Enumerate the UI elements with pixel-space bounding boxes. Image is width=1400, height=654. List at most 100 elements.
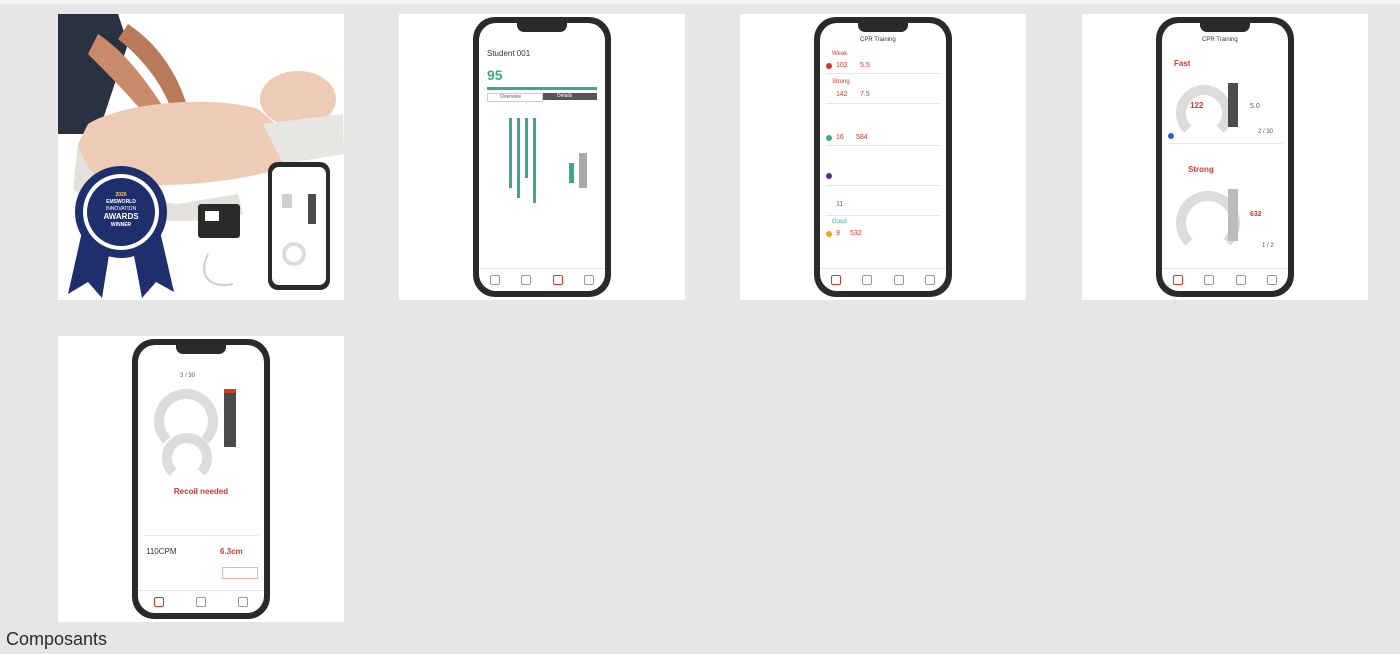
stop-button[interactable] bbox=[222, 567, 258, 579]
score-bar bbox=[487, 87, 597, 90]
tab-icon[interactable] bbox=[1204, 275, 1215, 285]
row-value: 102 bbox=[836, 62, 848, 69]
tab-bar bbox=[479, 268, 605, 291]
row-label: Weak bbox=[832, 51, 848, 57]
phone-screen: CPR Training Weak 102 5.5 Strong 142 7.5… bbox=[820, 23, 946, 291]
tab-icon[interactable] bbox=[925, 275, 936, 285]
tab-details[interactable]: Details bbox=[543, 93, 597, 100]
row-value: 16 bbox=[836, 134, 844, 141]
tab-icon[interactable] bbox=[1172, 275, 1183, 285]
row-divider bbox=[826, 73, 940, 74]
thumbnail-result-screen[interactable]: Student 001 95 Overview Details bbox=[399, 14, 685, 300]
badge-year: 2020 bbox=[115, 192, 127, 198]
student-name: Student 001 bbox=[487, 49, 531, 58]
row-divider bbox=[826, 103, 940, 104]
tab-bar bbox=[138, 590, 264, 613]
phone-notch bbox=[517, 23, 567, 32]
thumbnail-product-photo[interactable]: 2020 EMSWORLD INNOVATION AWARDS WINNER bbox=[58, 14, 344, 300]
tab-icon[interactable] bbox=[1267, 275, 1278, 285]
thumbnail-training-list[interactable]: CPR Training Weak 102 5.5 Strong 142 7.5… bbox=[740, 14, 1026, 300]
row-divider bbox=[826, 145, 940, 146]
bottom-count: 1 / 2 bbox=[1262, 243, 1274, 249]
top-rate: 122 bbox=[1190, 101, 1204, 110]
badge-brand: EMSWORLD bbox=[106, 199, 136, 205]
tab-icon[interactable] bbox=[521, 275, 532, 285]
gallery-caption: Composants bbox=[6, 629, 108, 649]
score-value: 95 bbox=[487, 67, 503, 83]
row-divider bbox=[826, 215, 940, 216]
depth-bar bbox=[1228, 189, 1238, 241]
recoil-gauge bbox=[162, 433, 212, 483]
depth-bar bbox=[1228, 83, 1238, 127]
status-dot bbox=[826, 135, 832, 141]
tab-icon[interactable] bbox=[238, 597, 248, 607]
top-depth: 5.0 bbox=[1250, 103, 1260, 110]
row-unit: 532 bbox=[850, 230, 862, 237]
compression-count: 3 / 30 bbox=[180, 373, 196, 379]
chart-bar bbox=[569, 163, 574, 183]
tab-overview-label: Overview bbox=[500, 94, 521, 100]
phone-screen: Student 001 95 Overview Details bbox=[479, 23, 605, 291]
chart-bar bbox=[509, 118, 512, 188]
chart-bar bbox=[579, 153, 587, 188]
tab-icon[interactable] bbox=[1235, 275, 1246, 285]
bottom-depth: 632 bbox=[1250, 211, 1262, 218]
section-divider bbox=[144, 535, 258, 536]
phone-frame: Student 001 95 Overview Details bbox=[473, 17, 611, 297]
status-dot bbox=[826, 63, 832, 69]
phone-notch bbox=[858, 23, 908, 32]
tab-details-label: Details bbox=[557, 93, 573, 99]
row-label: Good bbox=[832, 219, 847, 225]
status-dot bbox=[1168, 133, 1174, 139]
tab-bar bbox=[1162, 268, 1288, 291]
row-unit: 5.5 bbox=[860, 62, 870, 69]
tab-icon[interactable] bbox=[862, 275, 873, 285]
depth-limit-marker bbox=[224, 389, 236, 393]
section-divider bbox=[1168, 143, 1282, 144]
phone-notch bbox=[1200, 23, 1250, 32]
top-count: 2 / 30 bbox=[1258, 129, 1274, 135]
tab-overview[interactable]: Overview bbox=[487, 93, 543, 102]
depth-value: 6.3cm bbox=[220, 547, 243, 556]
tab-icon[interactable] bbox=[893, 275, 904, 285]
row-label: Strong bbox=[832, 79, 850, 85]
tab-bar bbox=[820, 268, 946, 291]
status-dot bbox=[826, 231, 832, 237]
chart-bar bbox=[533, 118, 536, 203]
status-dot bbox=[826, 173, 832, 179]
tab-icon[interactable] bbox=[830, 275, 841, 285]
row-value: 11 bbox=[836, 201, 844, 208]
chart-bar bbox=[525, 118, 528, 178]
row-value: 9 bbox=[836, 230, 840, 237]
screen-title: CPR Training bbox=[860, 37, 896, 43]
thumbnail-two-students[interactable]: CPR Training Fast 122 5.0 2 / 30 Strong … bbox=[1082, 14, 1368, 300]
row-unit: 584 bbox=[856, 134, 868, 141]
phone-notch bbox=[176, 345, 226, 354]
phone-frame: 3 / 30 Recoil needed 110CPM 6.3cm bbox=[132, 339, 270, 619]
tab-icon[interactable] bbox=[552, 275, 563, 285]
thumbnail-feedback-screen[interactable]: 3 / 30 Recoil needed 110CPM 6.3cm bbox=[58, 336, 344, 622]
phone-screen: 3 / 30 Recoil needed 110CPM 6.3cm bbox=[138, 345, 264, 613]
tab-icon[interactable] bbox=[196, 597, 206, 607]
badge-line3: WINNER bbox=[110, 222, 132, 228]
phone-screen: CPR Training Fast 122 5.0 2 / 30 Strong … bbox=[1162, 23, 1288, 291]
tab-icon[interactable] bbox=[489, 275, 500, 285]
chart-bar bbox=[517, 118, 520, 198]
feedback-message: Recoil needed bbox=[173, 487, 229, 496]
badge-line2: AWARDS bbox=[103, 212, 139, 221]
tab-icon[interactable] bbox=[584, 275, 595, 285]
screen-title: CPR Training bbox=[1202, 37, 1238, 43]
rate-gauge bbox=[1176, 85, 1232, 141]
row-value: 142 bbox=[836, 91, 848, 98]
top-divider bbox=[0, 0, 1400, 4]
depth-bar bbox=[224, 389, 236, 447]
rate-value: 110CPM bbox=[146, 547, 177, 556]
manikin-illustration bbox=[58, 14, 344, 300]
phone-frame: CPR Training Weak 102 5.5 Strong 142 7.5… bbox=[814, 17, 952, 297]
row-divider bbox=[826, 185, 940, 186]
bottom-status: Strong bbox=[1188, 165, 1214, 174]
row-unit: 7.5 bbox=[860, 91, 870, 98]
phone-frame: CPR Training Fast 122 5.0 2 / 30 Strong … bbox=[1156, 17, 1294, 297]
top-status: Fast bbox=[1174, 59, 1191, 68]
tab-icon[interactable] bbox=[154, 597, 164, 607]
